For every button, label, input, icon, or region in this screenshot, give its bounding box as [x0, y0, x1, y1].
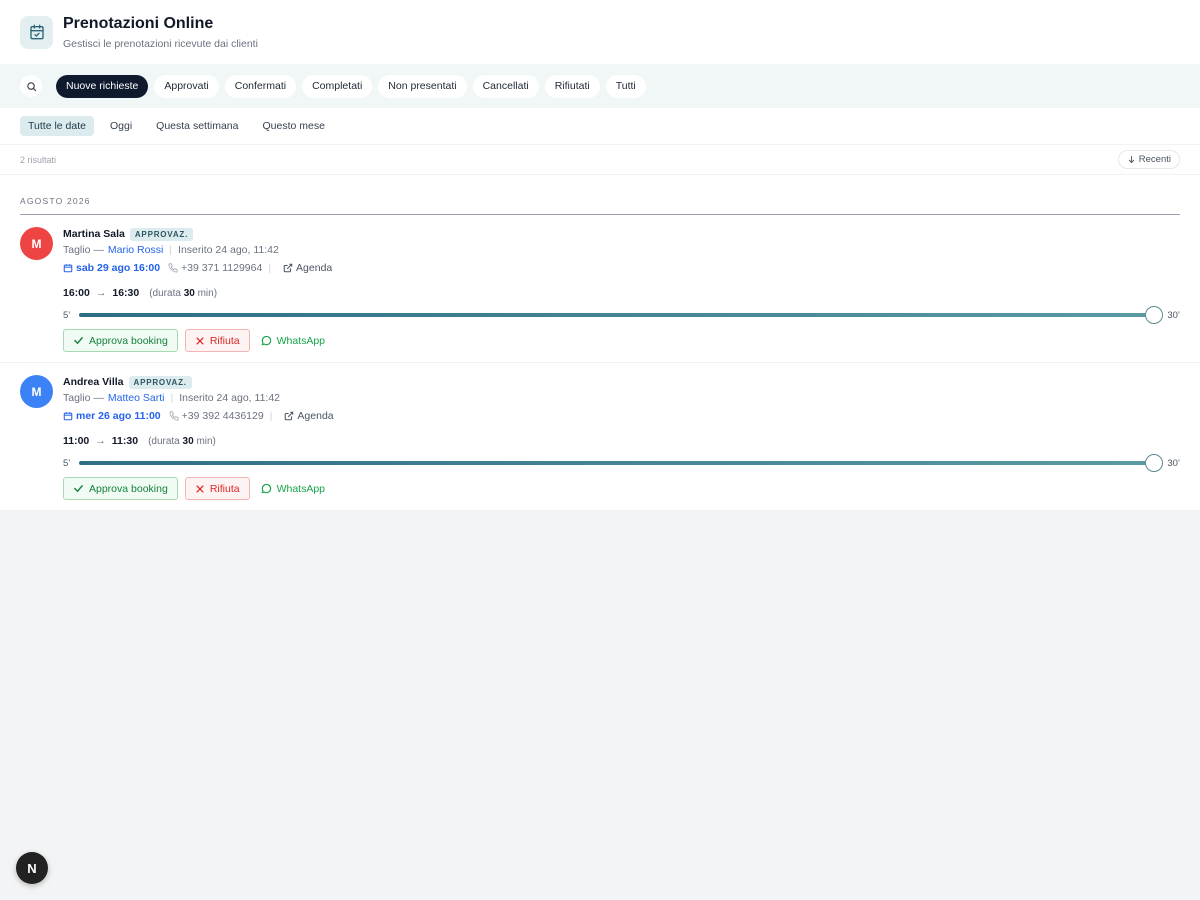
agenda-link[interactable]: Agenda: [284, 410, 334, 422]
duration-slider[interactable]: [79, 306, 1163, 324]
tab-nuove-richieste[interactable]: Nuove richieste: [56, 74, 149, 98]
status-filter-bar: Nuove richieste Approvati Confermati Com…: [0, 64, 1200, 108]
phone-icon: [168, 263, 178, 273]
date-filter-week[interactable]: Questa settimana: [148, 116, 246, 136]
slider-thumb[interactable]: [1145, 454, 1163, 472]
reject-button[interactable]: Rifiuta: [184, 477, 250, 500]
avatar: M: [20, 375, 53, 408]
slider-min-label: 5’: [63, 309, 71, 321]
inserted-at: Inserito 24 ago, 11:42: [178, 244, 279, 256]
phone-icon: [169, 411, 179, 421]
service-name: Taglio —: [63, 392, 104, 404]
divider: |: [269, 410, 273, 422]
phone-number: +39 371 1129964: [181, 262, 263, 274]
booking-date: sab 29 ago 16:00: [76, 262, 161, 274]
phone-link[interactable]: +39 392 4436129: [169, 410, 264, 422]
page: Prenotazioni Online Gestisci le prenotaz…: [0, 0, 1200, 511]
date-filter-month[interactable]: Questo mese: [254, 116, 332, 136]
calendar-icon: [63, 412, 73, 421]
whatsapp-button[interactable]: WhatsApp: [257, 477, 329, 500]
tab-rifiutati[interactable]: Rifiutati: [544, 74, 600, 98]
agenda-label: Agenda: [297, 410, 334, 422]
phone-number: +39 392 4436129: [181, 410, 264, 422]
external-link-icon: [285, 411, 294, 421]
external-link-icon: [283, 263, 293, 273]
tab-approvati[interactable]: Approvati: [154, 74, 219, 98]
divider: |: [169, 244, 173, 256]
chat-bubble-icon: [261, 483, 271, 494]
duration: (durata 30 min): [148, 435, 216, 447]
booking-date-link[interactable]: sab 29 ago 16:00: [63, 262, 160, 274]
staff-link[interactable]: Matteo Sarti: [108, 392, 165, 404]
tab-tutti[interactable]: Tutti: [605, 74, 646, 98]
close-icon: [196, 484, 204, 493]
results-count: 2 risultati: [20, 154, 57, 165]
close-icon: [196, 336, 204, 345]
staff-link[interactable]: Mario Rossi: [108, 244, 163, 256]
approve-button[interactable]: Approva booking: [63, 477, 178, 500]
end-time: 16:30: [112, 287, 140, 299]
approve-button[interactable]: Approva booking: [63, 329, 178, 352]
page-subtitle: Gestisci le prenotazioni ricevute dai cl…: [63, 37, 258, 50]
search-icon: [26, 81, 36, 91]
dev-tools-badge[interactable]: N: [16, 852, 48, 884]
duration: (durata 30 min): [149, 287, 218, 299]
date-filter-today[interactable]: Oggi: [102, 116, 140, 136]
inserted-at: Inserito 24 ago, 11:42: [179, 392, 280, 404]
service-name: Taglio —: [63, 244, 104, 256]
duration-slider[interactable]: [79, 454, 1163, 472]
calendar-icon: [63, 264, 73, 273]
slider-max-label: 30’: [1167, 457, 1180, 469]
arrow-down-icon: [1128, 156, 1134, 164]
month-group-label: AGOSTO 2026: [20, 196, 91, 206]
booking-card: M Andrea Villa APPROVAZ. Taglio — Matteo…: [0, 363, 1200, 511]
check-icon: [74, 337, 83, 345]
arrow-right-icon: →: [95, 287, 107, 299]
status-badge: APPROVAZ.: [128, 375, 192, 389]
check-icon: [74, 485, 83, 493]
tab-completati[interactable]: Completati: [302, 74, 373, 98]
slider-thumb[interactable]: [1145, 306, 1163, 324]
page-title: Prenotazioni Online: [63, 14, 214, 32]
arrow-right-icon: →: [95, 435, 106, 447]
booking-date-link[interactable]: mer 26 ago 11:00: [63, 410, 161, 422]
whatsapp-button[interactable]: WhatsApp: [257, 329, 329, 352]
date-filter-all[interactable]: Tutte le date: [20, 116, 94, 136]
client-name: Andrea Villa: [63, 376, 124, 388]
avatar: M: [20, 227, 53, 260]
tab-confermati[interactable]: Confermati: [224, 74, 297, 98]
status-badge: APPROVAZ.: [129, 227, 194, 241]
search-button[interactable]: [20, 75, 42, 97]
calendar-check-icon: [20, 15, 53, 49]
tab-cancellati[interactable]: Cancellati: [472, 74, 539, 98]
booking-date: mer 26 ago 11:00: [76, 410, 161, 422]
divider: |: [170, 392, 174, 404]
sort-button[interactable]: Recenti: [1117, 150, 1180, 169]
start-time: 16:00: [63, 287, 90, 299]
reject-button[interactable]: Rifiuta: [184, 329, 250, 352]
sort-label: Recenti: [1138, 154, 1171, 165]
end-time: 11:30: [111, 435, 139, 447]
client-name: Martina Sala: [63, 228, 125, 240]
results-row: 2 risultati Recenti: [0, 145, 1200, 175]
agenda-link[interactable]: Agenda: [283, 262, 332, 274]
page-header: Prenotazioni Online Gestisci le prenotaz…: [0, 0, 1200, 64]
date-filter-bar: Tutte le date Oggi Questa settimana Ques…: [0, 108, 1200, 145]
tab-non-presentati[interactable]: Non presentati: [378, 74, 467, 98]
start-time: 11:00: [63, 435, 90, 447]
chat-bubble-icon: [261, 335, 271, 346]
slider-min-label: 5’: [63, 457, 71, 469]
phone-link[interactable]: +39 371 1129964: [168, 262, 262, 274]
agenda-label: Agenda: [296, 262, 333, 274]
slider-max-label: 30’: [1167, 309, 1180, 321]
booking-card: M Martina Sala APPROVAZ. Taglio — Mario …: [0, 215, 1200, 363]
divider: |: [268, 262, 272, 274]
